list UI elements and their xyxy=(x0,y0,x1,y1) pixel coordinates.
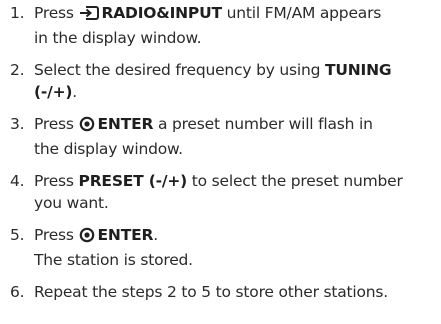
step-line: Press PRESET (-/+) to select the preset … xyxy=(34,170,437,192)
step-text: . xyxy=(72,83,77,101)
enter-circle-icon xyxy=(79,227,95,249)
step-number: 6. xyxy=(10,283,25,301)
step-number: 2. xyxy=(10,61,25,79)
step-key-label: RADIO&INPUT xyxy=(101,4,223,22)
step-6: 6. Repeat the steps 2 to 5 to store othe… xyxy=(0,281,441,303)
step-number: 1. xyxy=(10,4,25,22)
enter-circle-icon xyxy=(79,116,95,138)
step-line: Select the desired frequency by using TU… xyxy=(34,59,437,81)
step-line: Press RADIO&INPUT until FM/AM appears xyxy=(34,2,437,27)
step-line: you want. xyxy=(34,194,109,212)
step-1: 1. Press RADIO&INPUT until FM/AM appears… xyxy=(0,2,441,49)
step-line: Press ENTER a preset number will flash i… xyxy=(34,113,437,138)
step-key-label: ENTER xyxy=(97,115,154,133)
step-line: Press ENTER. xyxy=(34,224,437,249)
step-number: 4. xyxy=(10,172,25,190)
step-3: 3. Press ENTER a preset number will flas… xyxy=(0,113,441,160)
step-key-label: ENTER xyxy=(97,226,154,244)
step-text: . xyxy=(153,226,158,244)
step-key-label: (-/+) xyxy=(34,83,73,101)
step-number: 5. xyxy=(10,226,25,244)
step-line: the display window. xyxy=(34,140,183,158)
step-line: The station is stored. xyxy=(34,251,193,269)
step-2: 2. Select the desired frequency by using… xyxy=(0,59,441,103)
step-key-label: PRESET (-/+) xyxy=(78,172,188,190)
instruction-list: 1. Press RADIO&INPUT until FM/AM appears… xyxy=(0,2,441,313)
step-text: Press xyxy=(34,226,74,244)
step-line: in the display window. xyxy=(34,29,202,47)
step-text: until FM/AM appears xyxy=(226,4,382,22)
step-text: Press xyxy=(34,4,74,22)
step-line: Repeat the steps 2 to 5 to store other s… xyxy=(34,283,389,301)
step-line: (-/+). xyxy=(34,81,437,103)
step-text: Select the desired frequency by using xyxy=(34,61,321,79)
step-5: 5. Press ENTER. The station is stored. xyxy=(0,224,441,271)
step-number: 3. xyxy=(10,115,25,133)
step-text: Press xyxy=(34,115,74,133)
input-arrow-icon xyxy=(79,5,99,27)
step-text: Press xyxy=(34,172,74,190)
step-4: 4. Press PRESET (-/+) to select the pres… xyxy=(0,170,441,214)
step-key-label: TUNING xyxy=(325,61,392,79)
step-text: a preset number will flash in xyxy=(157,115,373,133)
step-text: to select the preset number xyxy=(191,172,403,190)
